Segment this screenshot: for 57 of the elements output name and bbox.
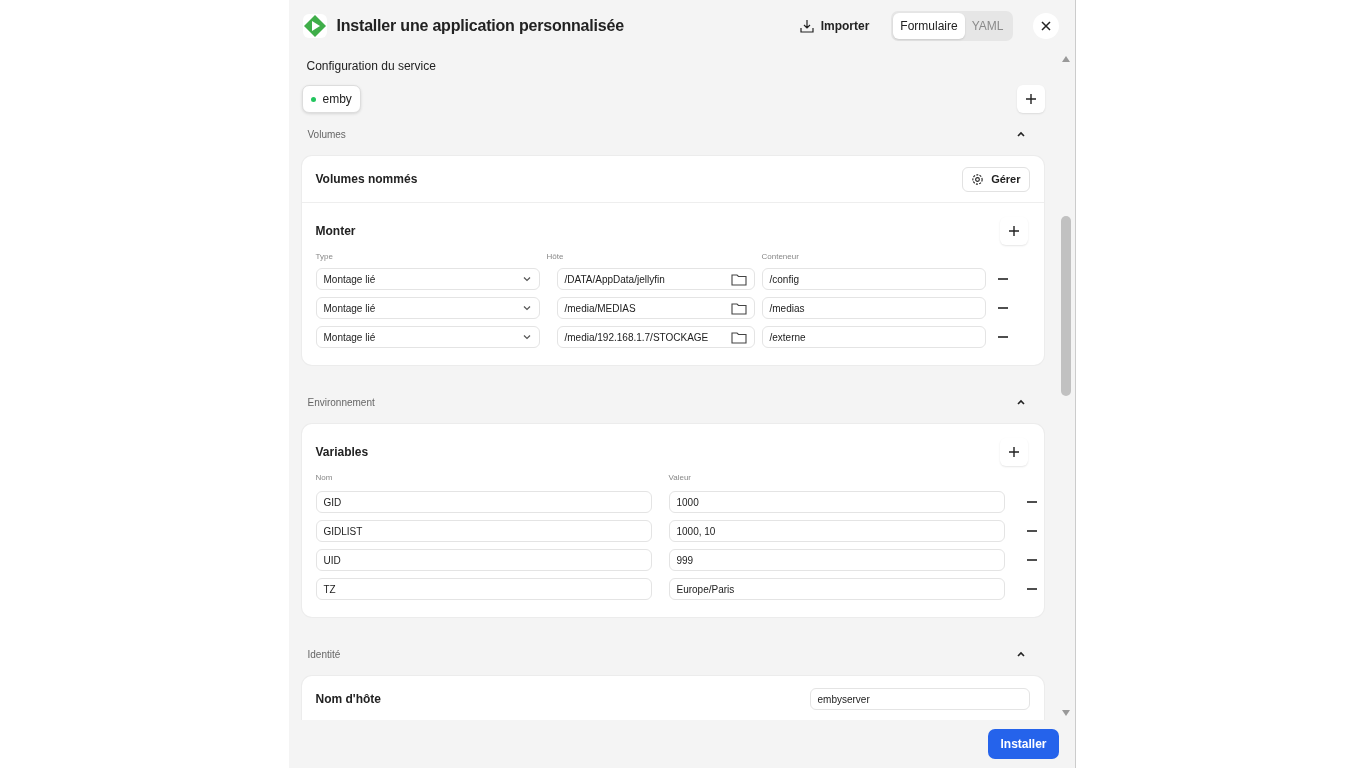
- plus-icon: [1024, 93, 1037, 105]
- chevron-down-icon: [521, 303, 532, 313]
- scroll-down-icon[interactable]: [1061, 710, 1070, 716]
- container-path-field[interactable]: /medias: [761, 297, 986, 319]
- host-path-field[interactable]: /media/MEDIAS: [556, 297, 755, 319]
- group-label: Identité: [307, 648, 341, 660]
- add-button[interactable]: [999, 217, 1028, 245]
- group-label: Environnement: [307, 396, 375, 408]
- mode-tab[interactable]: Formulaire: [893, 13, 965, 39]
- folder-icon[interactable]: [730, 330, 747, 344]
- variable-value-field[interactable]: 1000: [668, 491, 1005, 513]
- hostname-field[interactable]: embyserver: [809, 688, 1030, 710]
- type-dropdown[interactable]: Montage lié: [315, 297, 540, 319]
- chevron-down-icon: [521, 332, 532, 342]
- close-button[interactable]: [1032, 13, 1059, 39]
- scroll-up-icon[interactable]: [1061, 56, 1070, 62]
- service-tab[interactable]: emby: [301, 85, 361, 113]
- card-title: Volumes nommés: [315, 172, 418, 186]
- install-button[interactable]: Installer: [988, 729, 1059, 759]
- section-title: Configuration du service: [306, 59, 437, 75]
- download-icon: [799, 19, 814, 33]
- plus-icon: [1007, 225, 1020, 237]
- variable-name-field[interactable]: GID: [315, 491, 652, 513]
- variable-value-field[interactable]: 1000, 10: [668, 520, 1005, 542]
- group-label: Volumes: [307, 128, 346, 140]
- dialog-title: Installer une application personnalisée: [336, 17, 624, 35]
- scrollbar-thumb[interactable]: [1060, 216, 1071, 396]
- variable-value-field[interactable]: Europe/Paris: [668, 578, 1005, 600]
- field-label: Nom d'hôte: [315, 692, 381, 706]
- variable-name-field[interactable]: TZ: [315, 578, 652, 600]
- plus-icon: [1007, 446, 1020, 458]
- import-button[interactable]: Importer: [795, 15, 874, 37]
- variable-name-field[interactable]: GIDLIST: [315, 520, 652, 542]
- type-dropdown[interactable]: Montage lié: [315, 268, 540, 290]
- container-path-field[interactable]: /externe: [761, 326, 986, 348]
- container-path-field[interactable]: /config: [761, 268, 986, 290]
- app-logo: [302, 14, 327, 38]
- variable-value-field[interactable]: 999: [668, 549, 1005, 571]
- variable-name-field[interactable]: UID: [315, 549, 652, 571]
- folder-icon[interactable]: [730, 272, 747, 286]
- card-title: Variables: [315, 445, 369, 459]
- card-title: Monter: [315, 224, 356, 238]
- host-path-field[interactable]: /media/192.168.1.7/STOCKAGE: [556, 326, 755, 348]
- folder-icon[interactable]: [730, 301, 747, 315]
- add-button[interactable]: [999, 438, 1028, 466]
- host-path-field[interactable]: /DATA/AppData/jellyfin: [556, 268, 755, 290]
- type-dropdown[interactable]: Montage lié: [315, 326, 540, 348]
- close-icon: [1039, 20, 1052, 32]
- column-label: Conteneur: [761, 251, 800, 261]
- column-label: Type: [315, 251, 334, 261]
- manage-button[interactable]: Gérer: [962, 166, 1030, 192]
- add-button[interactable]: [1016, 85, 1045, 113]
- column-label: Hôte: [546, 251, 565, 261]
- column-label: Nom: [315, 472, 334, 482]
- chevron-down-icon: [521, 274, 532, 284]
- column-label: Valeur: [668, 472, 693, 482]
- gear-icon: [971, 172, 985, 186]
